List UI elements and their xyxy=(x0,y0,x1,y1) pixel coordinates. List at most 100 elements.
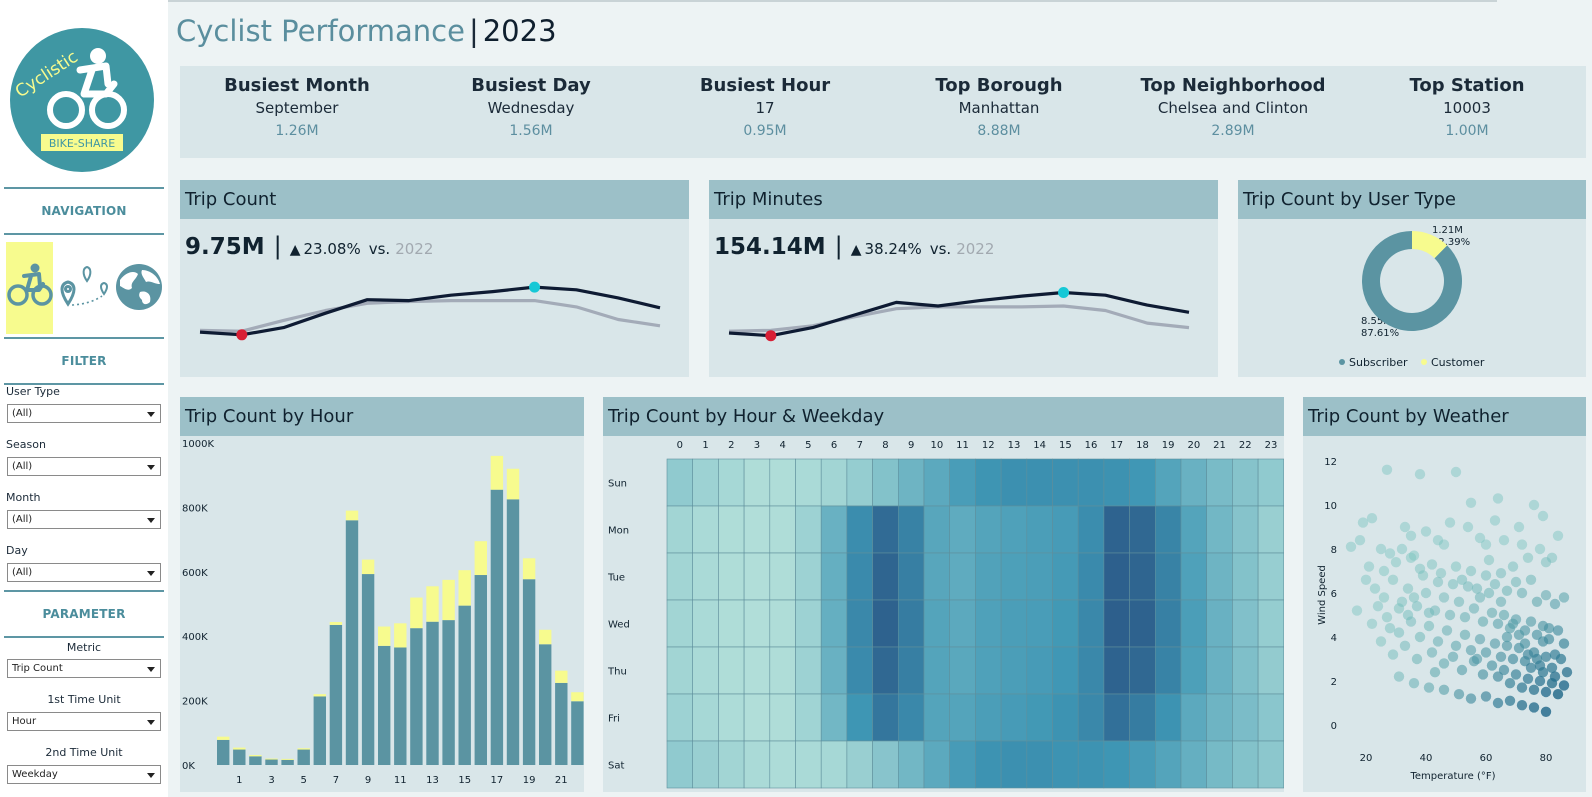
scatter-point xyxy=(1558,592,1570,603)
scatter-point xyxy=(1426,559,1438,570)
heatmap-cell xyxy=(1052,552,1079,601)
hour-col-label: 13 xyxy=(1008,440,1021,451)
heatmap-cell xyxy=(897,505,925,554)
scatter-point xyxy=(1393,627,1405,638)
param-metric-select[interactable]: Trip Count xyxy=(7,659,161,678)
hour-col-label: 18 xyxy=(1136,440,1149,451)
heatmap-cell xyxy=(923,458,951,507)
bar-customer xyxy=(265,758,278,760)
hour-col-label: 10 xyxy=(930,440,943,451)
customer-value-label: 1.21M xyxy=(1432,225,1463,236)
cyclistic-logo: Cyclistic BIKE-SHARE xyxy=(10,28,154,172)
scatter-point xyxy=(1561,667,1573,678)
heatmap-cell xyxy=(769,740,796,789)
heatmap-cell xyxy=(820,552,848,601)
bar-customer xyxy=(442,579,455,621)
heatmap-cell xyxy=(692,693,719,742)
heatmap-cell xyxy=(1052,505,1079,554)
hour-col-label: 4 xyxy=(779,440,785,451)
hour-col-label: 12 xyxy=(982,440,995,451)
scatter-point xyxy=(1552,625,1564,636)
heatmap-cell xyxy=(820,505,848,554)
scatter-point xyxy=(1414,469,1426,480)
heatmap-cell xyxy=(949,599,976,648)
heatmap-cell xyxy=(769,458,796,507)
scatter-point xyxy=(1450,466,1462,478)
heatmap-cell xyxy=(1129,646,1156,695)
weekday-row-label: Fri xyxy=(608,714,620,725)
scatter-point xyxy=(1462,521,1474,533)
hour-col-label: 5 xyxy=(805,440,811,451)
weekday-row-label: Wed xyxy=(608,620,630,631)
heatmap-cell xyxy=(872,693,899,742)
subscriber-pct-label: 87.61% xyxy=(1361,328,1399,339)
scatter-point xyxy=(1387,649,1399,660)
x-tick-label: 17 xyxy=(491,775,504,786)
filter-day-select[interactable]: (All) xyxy=(7,563,161,582)
scatter-point xyxy=(1513,629,1525,640)
heatmap-cell xyxy=(949,693,976,742)
heatmap-cell xyxy=(1000,458,1028,507)
scatter-point xyxy=(1453,596,1465,607)
heatmap-cell xyxy=(743,646,771,695)
scatter-point xyxy=(1420,526,1432,537)
scatter-point xyxy=(1540,651,1552,662)
chevron-down-icon xyxy=(147,518,155,523)
x-tick-label: 9 xyxy=(365,775,371,786)
heatmap-cell xyxy=(1232,693,1259,742)
heatmap-cell xyxy=(692,599,719,648)
nav-route-button[interactable] xyxy=(58,264,114,314)
heatmap-cell xyxy=(1154,740,1182,789)
page-title-main: Cyclist Performance xyxy=(176,14,465,48)
filter-user-type-label: User Type xyxy=(6,385,60,398)
scatter-point xyxy=(1516,700,1528,711)
scatter-point xyxy=(1396,543,1408,555)
scatter-point xyxy=(1414,631,1426,643)
scatter-point xyxy=(1528,702,1540,713)
heatmap-cell xyxy=(1129,458,1156,507)
chevron-down-icon xyxy=(147,465,155,470)
chevron-down-icon xyxy=(147,571,155,576)
heatmap-cell xyxy=(795,552,822,601)
x-tick-label: 80 xyxy=(1540,753,1553,764)
bar-customer xyxy=(490,455,504,490)
bar-customer xyxy=(410,597,423,629)
bar-customer xyxy=(361,559,375,575)
heatmap-cell xyxy=(692,505,719,554)
heatmap-cell xyxy=(743,599,771,648)
heatmap-cell xyxy=(1103,693,1130,742)
bar-customer xyxy=(555,670,568,683)
scatter-point xyxy=(1537,636,1549,647)
scatter-point xyxy=(1480,539,1492,550)
filter-month-value: (All) xyxy=(12,514,33,525)
nav-globe-button[interactable] xyxy=(114,262,164,312)
heatmap-cell xyxy=(1052,458,1079,507)
x-tick-label: 13 xyxy=(426,775,439,786)
heatmap-cell xyxy=(872,458,899,507)
x-tick-label: 40 xyxy=(1420,753,1433,764)
heatmap-cell xyxy=(1000,646,1028,695)
filter-season-select[interactable]: (All) xyxy=(7,457,161,476)
scatter-point xyxy=(1438,658,1450,669)
param-second-unit-select[interactable]: Weekday xyxy=(7,765,161,784)
scatter-point xyxy=(1357,517,1369,528)
customer-legend-dot xyxy=(1421,359,1427,365)
bar-subscriber xyxy=(361,574,375,765)
heatmap-cell xyxy=(975,458,1002,507)
chevron-down-icon xyxy=(147,412,155,417)
scatter-point xyxy=(1483,587,1495,599)
y-tick-label: 6 xyxy=(1331,589,1337,600)
scatter-point xyxy=(1480,570,1492,581)
x-tick-label: 1 xyxy=(236,775,242,786)
kpi-number: 1.00M xyxy=(1445,123,1489,139)
param-first-unit-select[interactable]: Hour xyxy=(7,712,161,731)
heatmap-cell xyxy=(1257,458,1284,507)
scatter-point xyxy=(1552,530,1564,541)
scatter-point xyxy=(1402,609,1414,621)
nav-bike-button[interactable] xyxy=(6,242,53,334)
filter-user-type-select[interactable]: (All) xyxy=(7,404,161,423)
filter-month-select[interactable]: (All) xyxy=(7,510,161,529)
heatmap-cell xyxy=(718,599,745,648)
scatter-point xyxy=(1399,640,1411,651)
scatter-point xyxy=(1375,636,1387,647)
